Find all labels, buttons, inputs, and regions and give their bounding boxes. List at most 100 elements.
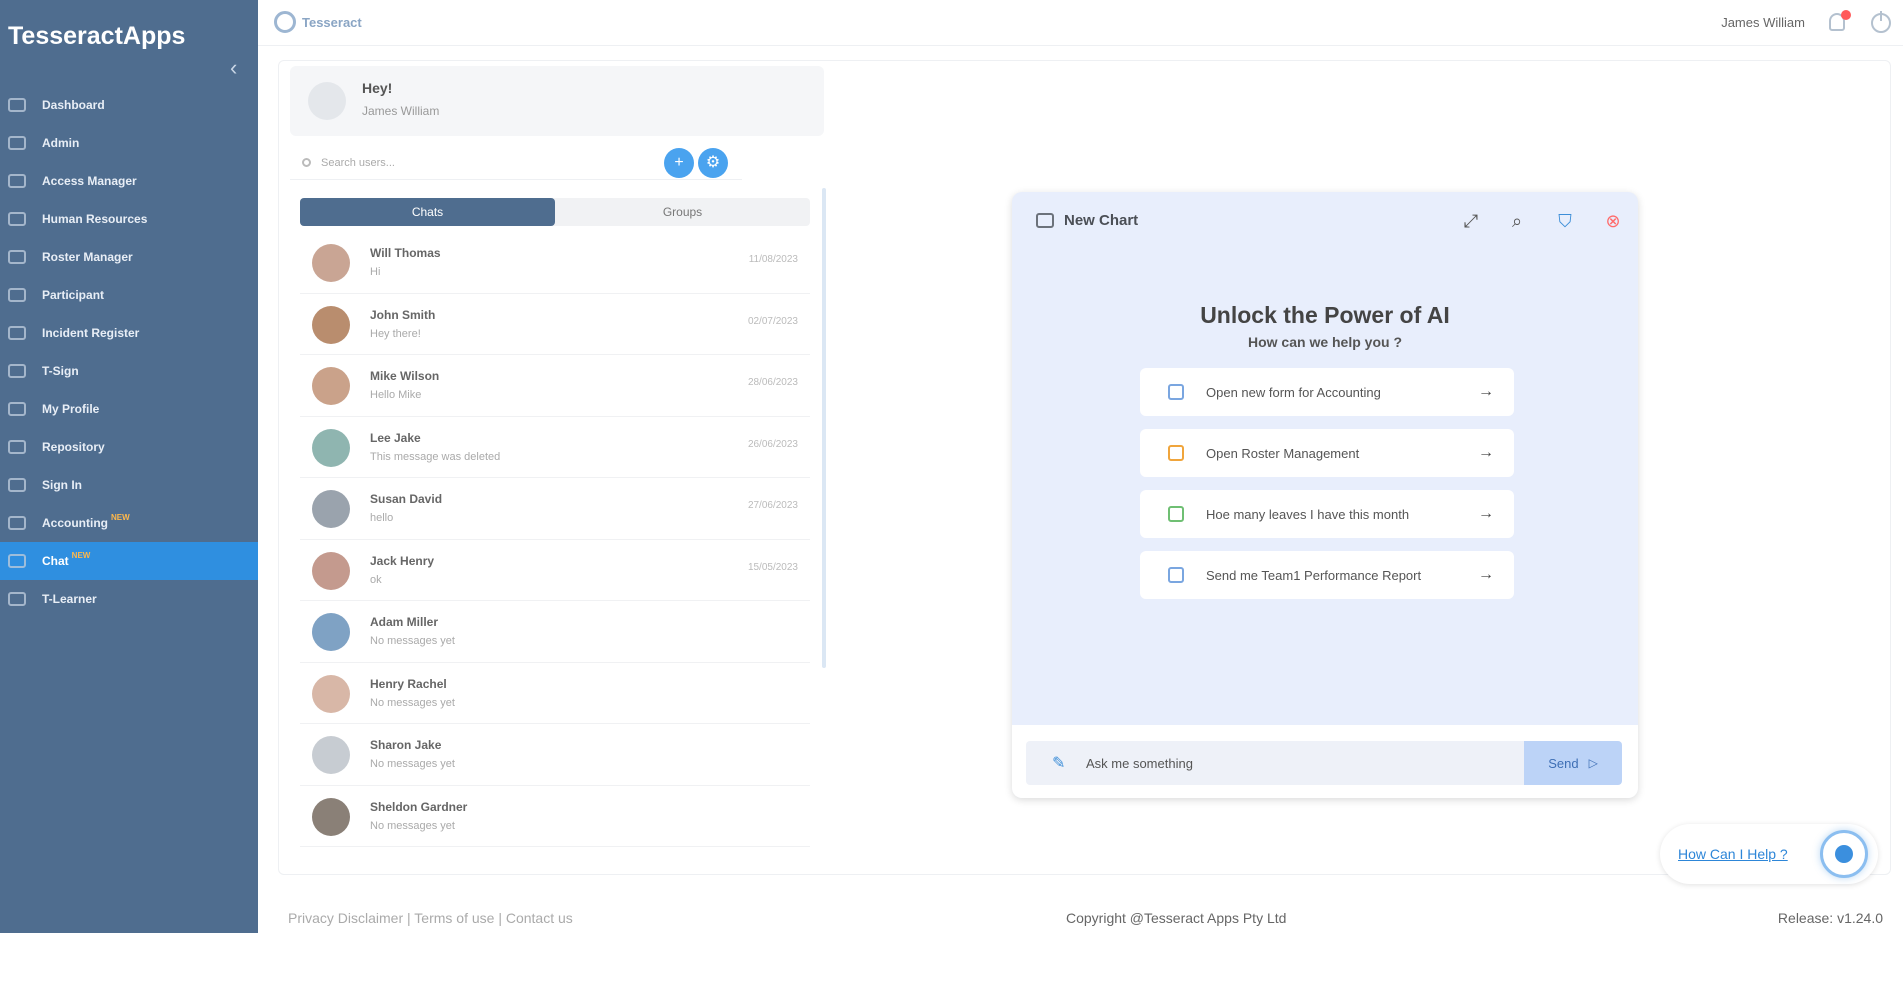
- list-item[interactable]: Susan David hello 27/06/2023: [300, 478, 810, 540]
- signin-icon: [8, 478, 26, 492]
- tab-chats[interactable]: Chats: [300, 198, 555, 226]
- suggestion-button[interactable]: Open new form for Accounting →: [1140, 368, 1514, 416]
- suggestion-button[interactable]: Hoe many leaves I have this month →: [1140, 490, 1514, 538]
- footer: Privacy Disclaimer | Terms of use | Cont…: [258, 906, 1903, 930]
- help-link[interactable]: How Can I Help ?: [1678, 846, 1788, 862]
- ask-input[interactable]: ✎ Ask me something: [1026, 741, 1524, 785]
- chat-bubble-icon: [1036, 213, 1054, 228]
- last-message: hello: [370, 512, 394, 524]
- chat-list: Will Thomas Hi 11/08/2023 John Smith Hey the…: [300, 232, 810, 847]
- send-arrow-icon: ▷: [1588, 756, 1598, 770]
- new-group-button[interactable]: ⚙: [698, 148, 728, 178]
- access-icon: [8, 174, 26, 188]
- sidebar-item-chat[interactable]: Chat NEW: [0, 542, 258, 580]
- magic-wand-icon: ✎: [1052, 755, 1066, 772]
- avatar: [312, 613, 350, 651]
- ai-chat-header: New Chart ⤢ ⌕ ⛉ ⊗: [1012, 192, 1638, 252]
- chatbot-icon[interactable]: [1820, 830, 1868, 878]
- sidebar-item-roster-manager[interactable]: Roster Manager: [0, 238, 258, 276]
- new-badge: NEW: [111, 512, 130, 522]
- admin-icon: [8, 136, 26, 150]
- chat-panel: Hey! James William Search users... + ⚙ C…: [288, 66, 828, 871]
- arrow-right-icon: →: [1478, 444, 1494, 461]
- greeting: Hey!: [362, 80, 393, 96]
- collapse-sidebar-icon[interactable]: ‹: [230, 56, 244, 80]
- notification-bell-icon[interactable]: [1829, 10, 1851, 31]
- suggestion-label: Send me Team1 Performance Report: [1206, 567, 1422, 583]
- sidebar-item-dashboard[interactable]: Dashboard: [0, 86, 258, 124]
- new-badge: NEW: [71, 550, 91, 560]
- close-icon[interactable]: ⊗: [1602, 210, 1624, 232]
- suggestion-button[interactable]: Send me Team1 Performance Report →: [1140, 551, 1514, 599]
- expand-icon[interactable]: ⤢: [1460, 210, 1482, 232]
- top-logo[interactable]: Tesseract: [274, 11, 362, 33]
- sidebar-item-incident-register[interactable]: Incident Register: [0, 314, 258, 352]
- learner-icon: [8, 592, 26, 606]
- help-bubble[interactable]: How Can I Help ?: [1660, 824, 1878, 884]
- topbar: Tesseract James William: [258, 0, 1903, 46]
- list-item[interactable]: Henry Rachel No messages yet: [300, 663, 810, 724]
- incident-icon: [8, 326, 26, 340]
- suggestion-label: Hoe many leaves I have this month: [1206, 506, 1410, 522]
- avatar: [312, 674, 350, 713]
- chat-tabs: Chats Groups: [300, 198, 810, 226]
- last-message: Hey there!: [370, 327, 421, 340]
- sidebar-item-label: T-Sign: [42, 364, 79, 378]
- suggestion-label: Open new form for Accounting: [1206, 384, 1381, 400]
- list-item[interactable]: Sheldon Gardner No messages yet: [300, 786, 810, 847]
- sidebar-item-repository[interactable]: Repository: [0, 428, 258, 466]
- release-version: Release: v1.24.0: [1777, 910, 1883, 926]
- list-item[interactable]: Mike Wilson Hello Mike 28/06/2023: [300, 355, 810, 417]
- brand-logo[interactable]: TesseractApps: [8, 22, 185, 51]
- message-date: 11/08/2023: [748, 254, 798, 265]
- sidebar-item-t-sign[interactable]: T-Sign: [0, 352, 258, 390]
- ai-heading: Unlock the Power of AI: [1200, 302, 1450, 328]
- search-icon: [302, 158, 311, 167]
- arrow-right-icon: →: [1478, 383, 1494, 400]
- sidebar-item-label: Incident Register: [42, 326, 140, 340]
- list-item[interactable]: Will Thomas Hi 11/08/2023: [300, 232, 810, 294]
- sign-icon: [8, 364, 26, 378]
- sidebar-item-t-learner[interactable]: T-Learner: [0, 580, 258, 618]
- search-icon[interactable]: ⌕: [1506, 210, 1528, 232]
- user-name[interactable]: James William: [1721, 15, 1805, 30]
- arrow-right-icon: →: [1478, 505, 1494, 522]
- sidebar-item-sign-in[interactable]: Sign In: [0, 466, 258, 504]
- sidebar-nav: Dashboard Admin Access Manager Human Resour…: [0, 86, 258, 618]
- tab-groups[interactable]: Groups: [555, 198, 810, 226]
- current-user-card: Hey! James William: [290, 66, 824, 136]
- contact-name: John Smith: [370, 307, 436, 322]
- ai-chat-widget: New Chart ⤢ ⌕ ⛉ ⊗ Unlock the Power of AI…: [1012, 192, 1638, 798]
- list-item[interactable]: John Smith Hey there! 02/07/2023: [300, 294, 810, 355]
- sidebar-item-admin[interactable]: Admin: [0, 124, 258, 162]
- contact-name: Lee Jake: [370, 430, 421, 445]
- message-date: 27/06/2023: [747, 500, 798, 511]
- list-item[interactable]: Jack Henry ok 15/05/2023: [300, 540, 810, 601]
- participant-icon: [8, 288, 26, 302]
- sidebar-item-label: My Profile: [42, 402, 100, 416]
- calendar-icon: [1168, 506, 1184, 522]
- avatar: [312, 736, 350, 774]
- list-item[interactable]: Adam Miller No messages yet: [300, 601, 810, 663]
- sidebar-item-label: Sign In: [42, 478, 82, 492]
- repository-icon: [8, 440, 26, 454]
- last-message: ok: [370, 573, 382, 586]
- suggestion-button[interactable]: Open Roster Management →: [1140, 429, 1514, 477]
- list-item[interactable]: Sharon Jake No messages yet: [300, 724, 810, 786]
- sidebar-item-human-resources[interactable]: Human Resources: [0, 200, 258, 238]
- last-message: This message was deleted: [370, 450, 501, 463]
- list-item[interactable]: Lee Jake This message was deleted 26/06/20…: [300, 417, 810, 478]
- avatar: [312, 305, 350, 344]
- new-chat-button[interactable]: +: [664, 148, 694, 178]
- sidebar-item-my-profile[interactable]: My Profile: [0, 390, 258, 428]
- last-message: Hello Mike: [370, 389, 422, 401]
- scrollbar[interactable]: [822, 188, 826, 668]
- clear-chat-icon[interactable]: ⛉: [1554, 210, 1576, 232]
- sidebar-item-label: Participant: [42, 288, 105, 302]
- send-button[interactable]: Send ▷: [1524, 741, 1622, 785]
- sidebar-item-access-manager[interactable]: Access Manager: [0, 162, 258, 200]
- footer-links[interactable]: Privacy Disclaimer | Terms of use | Cont…: [288, 910, 573, 926]
- sidebar-item-participant[interactable]: Participant: [0, 276, 258, 314]
- logout-power-icon[interactable]: [1871, 11, 1891, 33]
- sidebar-item-accounting[interactable]: Accounting NEW: [0, 504, 258, 542]
